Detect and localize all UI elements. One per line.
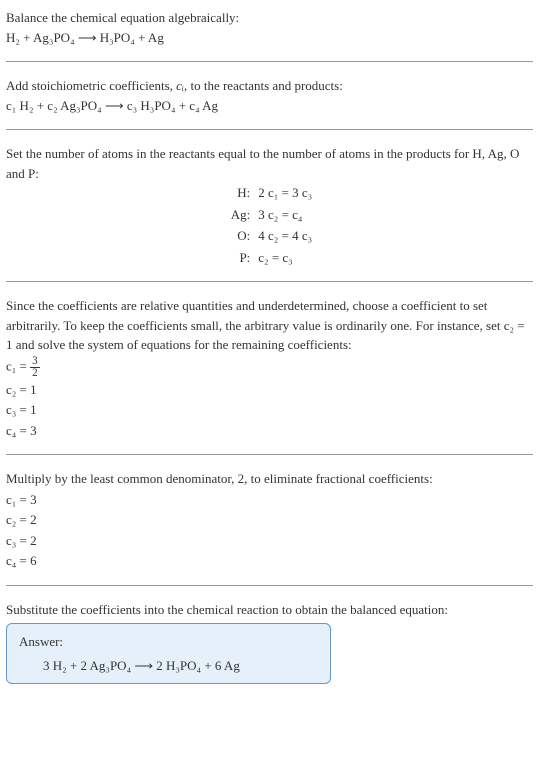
section-atoms: Set the number of atoms in the reactants…: [6, 144, 533, 267]
answer-box: Answer: 3 H₂ + 2 Ag₃PO₄ ⟶ 2 H₃PO₄ + 6 Ag: [6, 623, 331, 684]
coefficient-c1: c₁ = 3: [6, 490, 533, 510]
divider: [6, 129, 533, 130]
section-title: Set the number of atoms in the reactants…: [6, 144, 533, 183]
section-stoichiometric: Add stoichiometric coefficients, cᵢ, to …: [6, 76, 533, 115]
coefficient-c2: c₂ = 2: [6, 510, 533, 530]
atoms-table: H: 2 c₁ = 3 c₃ Ag: 3 c₂ = c₄ O: 4 c₂ = 4…: [10, 183, 533, 267]
fraction: 32: [30, 356, 40, 379]
atom-equation: 3 c₂ = c₄: [258, 205, 533, 225]
answer-equation: 3 H₂ + 2 Ag₃PO₄ ⟶ 2 H₃PO₄ + 6 Ag: [19, 656, 318, 676]
coefficient-c3: c₃ = 1: [6, 400, 533, 420]
coefficient-c4: c₄ = 6: [6, 551, 533, 571]
section-text: Multiply by the least common denominator…: [6, 469, 533, 489]
divider: [6, 281, 533, 282]
atom-label: H:: [10, 183, 250, 203]
atom-equation: 4 c₂ = 4 c₃: [258, 226, 533, 246]
atom-equation: c₂ = c₃: [258, 248, 533, 268]
section-solve: Since the coefficients are relative quan…: [6, 296, 533, 440]
divider: [6, 454, 533, 455]
section-title: Balance the chemical equation algebraica…: [6, 8, 533, 28]
section-multiply: Multiply by the least common denominator…: [6, 469, 533, 571]
equation: H₂ + Ag₃PO₄ ⟶ H₃PO₄ + Ag: [6, 28, 533, 48]
section-substitute: Substitute the coefficients into the che…: [6, 600, 533, 685]
coefficient-c3: c₃ = 2: [6, 531, 533, 551]
coefficient-c4: c₄ = 3: [6, 421, 533, 441]
divider: [6, 61, 533, 62]
atom-label: O:: [10, 226, 250, 246]
section-text: Substitute the coefficients into the che…: [6, 600, 533, 620]
equation: c₁ H₂ + c₂ Ag₃PO₄ ⟶ c₃ H₃PO₄ + c₄ Ag: [6, 96, 533, 116]
section-title: Add stoichiometric coefficients, cᵢ, to …: [6, 76, 533, 96]
atom-equation: 2 c₁ = 3 c₃: [258, 183, 533, 203]
coefficient-c2: c₂ = 1: [6, 380, 533, 400]
section-balance: Balance the chemical equation algebraica…: [6, 8, 533, 47]
divider: [6, 585, 533, 586]
atom-label: P:: [10, 248, 250, 268]
coefficient-c1: c₁ = 32: [6, 356, 533, 379]
variable-ci: cᵢ: [176, 78, 184, 93]
atom-label: Ag:: [10, 205, 250, 225]
section-text: Since the coefficients are relative quan…: [6, 296, 533, 355]
answer-label: Answer:: [19, 632, 318, 652]
